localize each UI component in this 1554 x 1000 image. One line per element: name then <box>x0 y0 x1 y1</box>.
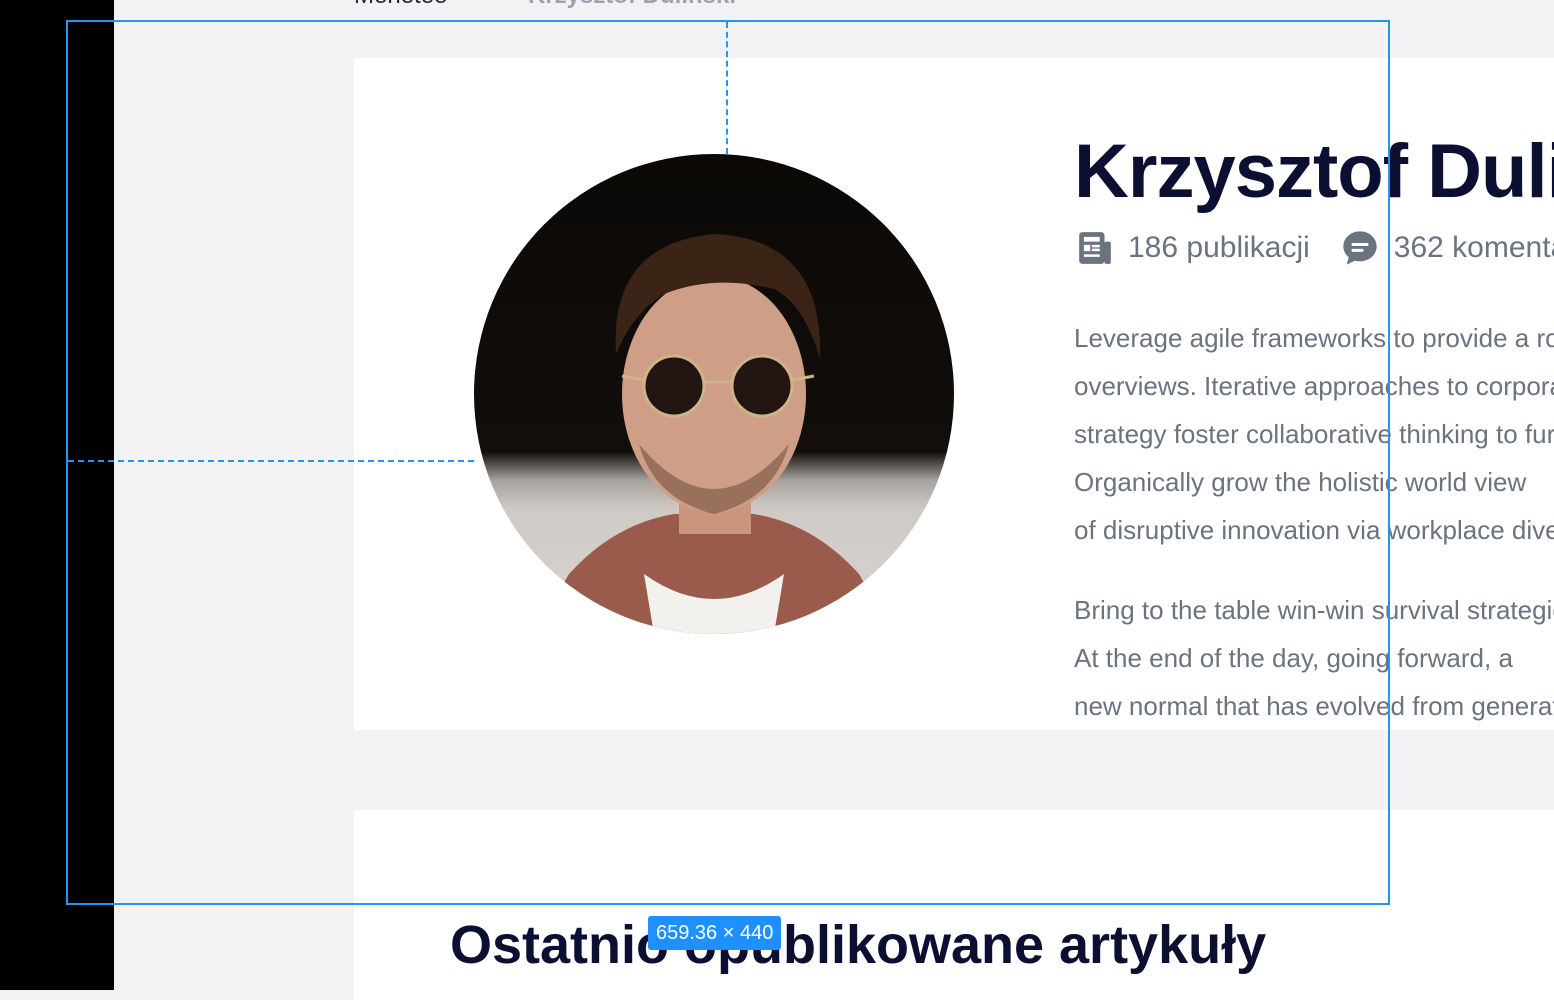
author-avatar <box>474 154 954 634</box>
avatar-portrait <box>534 234 894 634</box>
left-panel <box>0 0 114 990</box>
publications-count: 186 publikacji <box>1128 231 1310 264</box>
recent-articles-title: Ostatnio opublikowane artykuły <box>450 915 1267 975</box>
breadcrumb-home-link[interactable]: Menetee <box>354 0 447 9</box>
author-stats: 186 publikacji 362 komentarzy <box>1076 228 1554 268</box>
vertical-guide-line <box>726 22 728 154</box>
horizontal-guide-line <box>68 460 474 462</box>
chat-bubble-icon <box>1343 231 1377 265</box>
dimension-badge: 659.36 × 440 <box>648 916 782 950</box>
comments-stat: 362 komentarzy <box>1340 228 1554 268</box>
comments-count: 362 komentarzy <box>1393 231 1554 264</box>
bio-paragraph: Leverage agile frameworks to provide a r… <box>1074 323 1554 545</box>
author-bio: Leverage agile frameworks to provide a r… <box>1074 314 1554 730</box>
newspaper-icon <box>1079 232 1111 264</box>
bio-paragraph: Bring to the table win-win survival stra… <box>1074 595 1554 721</box>
author-name: Krzysztof Duliński <box>1074 129 1554 214</box>
breadcrumb-current: Krzysztof Duliński <box>528 0 736 10</box>
publications-stat: 186 publikacji <box>1076 229 1310 267</box>
recent-articles-section: Ostatnio opublikowane artykuły <box>354 810 1554 1000</box>
breadcrumb: Menetee Krzysztof Duliński <box>354 0 736 10</box>
author-profile-card: Krzysztof Duliński 186 publikacji 362 ko… <box>354 58 1554 730</box>
